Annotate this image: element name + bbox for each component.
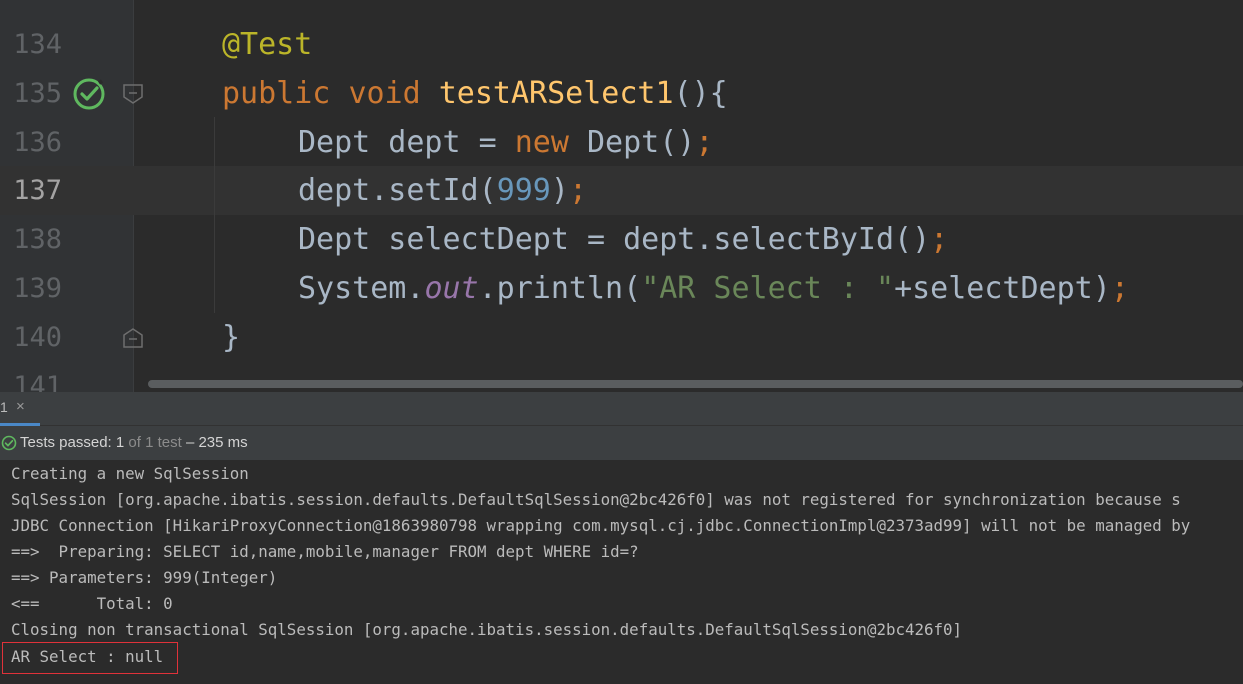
test-status-bar: Tests passed: 1 of 1 test – 235 ms [0,426,1243,461]
code-line: 134 @Test [0,20,1243,69]
line-number: 136 [13,127,62,158]
code-token: dept.setId( [298,173,497,208]
test-status-text: Tests passed: 1 of 1 test – 235 ms [20,434,248,451]
code-text: System.out.println("AR Select : "+select… [298,264,1129,313]
status-main: Tests passed: [20,434,116,451]
code-text: Dept selectDept = dept.selectById(); [298,215,948,264]
code-token: .println( [478,271,642,306]
console-line: <== Total: 0 [11,594,173,613]
line-number: 139 [13,273,62,304]
string-token: "AR Select : " [641,271,895,306]
code-token: Dept dept = [298,125,515,160]
horizontal-scrollbar[interactable] [148,380,1243,388]
run-tool-window-tabs: 1 × [0,392,1243,426]
code-text: public void testARSelect1(){ [222,69,728,118]
code-text: Dept dept = new Dept(); [298,118,713,167]
code-text: dept.setId(999); [298,166,587,215]
status-count: 1 [115,434,125,451]
code-line: 138 Dept selectDept = dept.selectById(); [0,215,1243,264]
console-line: ==> Parameters: 999(Integer) [11,568,278,587]
status-duration: – 235 ms [181,434,248,451]
annotation-token: @Test [222,27,313,62]
keyword-token: void [348,76,421,111]
code-token: +selectDept) [894,271,1111,306]
semicolon-token: ; [930,222,949,257]
fold-end-icon[interactable] [122,327,144,349]
console-output[interactable]: Creating a new SqlSession SqlSession [or… [0,461,1243,684]
result-highlight-box [2,642,178,674]
test-passed-icon[interactable] [72,77,106,111]
code-line: 140 } [0,313,1243,362]
line-number: 133 [0,0,62,15]
code-token: Dept() [568,125,696,160]
static-field-token: out [424,271,479,306]
line-number: 134 [13,29,62,60]
method-name-token: testARSelect1 [438,76,674,111]
close-icon[interactable]: × [16,398,25,415]
console-line: JDBC Connection [HikariProxyConnection@1… [11,516,1191,535]
code-token: (){ [673,76,728,111]
console-line: ==> Preparing: SELECT id,name,mobile,man… [11,542,639,561]
console-line: Closing non transactional SqlSession [or… [11,620,963,639]
current-code-line: 137 dept.setId(999); [0,166,1243,215]
line-number: 138 [13,224,62,255]
run-tab-label: 1 [0,399,8,415]
tests-passed-icon [1,435,17,451]
code-line: 135 public void testARSelect1(){ [0,69,1243,118]
fold-collapse-icon[interactable] [122,83,144,105]
line-number: 140 [13,322,62,353]
keyword-token: public [222,76,331,111]
code-text: @Test [222,20,312,69]
line-number: 141 [13,371,62,392]
code-line: 139 System.out.println("AR Select : "+se… [0,264,1243,313]
code-text: } [222,320,241,355]
code-token: ) [550,173,569,208]
code-line: 133 [0,0,1243,15]
line-number: 135 [13,78,62,109]
line-number: 137 [13,175,62,206]
code-editor[interactable]: 133 134 @Test 135 public void testARSele… [0,0,1243,392]
semicolon-token: ; [1110,271,1129,306]
number-token: 999 [496,173,551,208]
semicolon-token: ; [695,125,714,160]
code-token: System. [298,271,425,306]
semicolon-token: ; [568,173,587,208]
keyword-token: new [514,125,569,160]
code-token: Dept selectDept = dept.selectById() [298,222,931,257]
status-total: of 1 test [124,434,182,451]
run-tab[interactable]: 1 × [0,392,40,426]
code-line: 136 Dept dept = new Dept(); [0,118,1243,167]
indent-guide [214,117,215,313]
console-line: Creating a new SqlSession [11,464,249,483]
console-line: SqlSession [org.apache.ibatis.session.de… [11,490,1181,509]
